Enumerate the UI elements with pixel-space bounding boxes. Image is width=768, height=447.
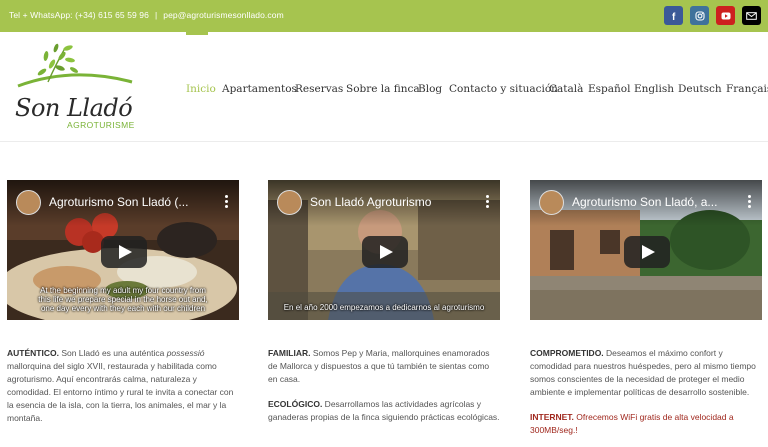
youtube-button[interactable]: [716, 6, 735, 25]
text-column-autentico: AUTÉNTICO. Son Lladó es una auténtica po…: [7, 347, 239, 437]
email-link[interactable]: pep@agroturismesonllado.com: [163, 10, 283, 20]
nav-item-espanol[interactable]: Español: [588, 83, 630, 95]
nav-item-inicio[interactable]: Inicio: [186, 83, 216, 95]
nav-item-catala[interactable]: Català: [549, 83, 583, 95]
ecologico-paragraph: ECOLÓGICO. Desarrollamos las actividades…: [268, 398, 500, 424]
facebook-button[interactable]: f: [664, 6, 683, 25]
header-divider: [0, 141, 768, 142]
video-subtitle: En el año 2000 empezamos a dedicarnos al…: [283, 303, 485, 312]
possessio-term: possessió: [166, 348, 205, 358]
internet-label: INTERNET.: [530, 412, 574, 422]
play-button-icon[interactable]: [624, 236, 670, 268]
video-title[interactable]: Agroturismo Son Lladó (...: [49, 195, 219, 209]
more-options-icon[interactable]: [748, 195, 752, 209]
svg-text:f: f: [672, 12, 676, 21]
nav-item-contacto[interactable]: Contacto y situación: [449, 83, 558, 95]
contact-separator: |: [154, 10, 158, 20]
nav-item-english[interactable]: English: [634, 83, 674, 95]
video-player[interactable]: Son Lladó Agroturismo En el año 2000 emp…: [268, 180, 500, 320]
logo-subtitle: AGROTURISME: [67, 120, 135, 130]
nav-item-blog[interactable]: Blog: [418, 83, 442, 95]
video-subtitle: At the beginning my adult my four countr…: [38, 286, 208, 313]
mail-button[interactable]: [742, 6, 761, 25]
facebook-icon: f: [672, 12, 676, 21]
video-player[interactable]: Agroturismo Son Lladó (... At the beginn…: [7, 180, 239, 320]
nav-item-francais[interactable]: Français: [726, 83, 768, 95]
familiar-label: FAMILIAR.: [268, 348, 311, 358]
autentico-text-start: Son Lladó es una auténtica: [58, 348, 167, 358]
instagram-icon: [694, 10, 705, 21]
youtube-icon: [721, 12, 730, 19]
instagram-button[interactable]: [690, 6, 709, 25]
autentico-label: AUTÉNTICO.: [7, 348, 59, 358]
nav-item-apartamentos[interactable]: Apartamentos: [222, 83, 297, 95]
site-logo[interactable]: Son Lladó AGROTURISME: [12, 42, 142, 132]
nav-item-sobre-la-finca[interactable]: Sobre la finca: [346, 83, 420, 95]
text-column-comprometido: COMPROMETIDO. Deseamos el máximo confort…: [530, 347, 762, 447]
video-title[interactable]: Agroturismo Son Lladó, a...: [572, 195, 742, 209]
play-button-icon[interactable]: [101, 236, 147, 268]
top-bar: Tel + WhatsApp: (+34) 615 65 59 96 | pep@a…: [0, 0, 768, 32]
internet-paragraph: INTERNET. Ofrecemos WiFi gratis de alta …: [530, 411, 762, 437]
comprometido-label: COMPROMETIDO.: [530, 348, 604, 358]
mail-icon: [746, 11, 757, 20]
familiar-paragraph: FAMILIAR. Somos Pep y Maria, mallorquine…: [268, 347, 500, 386]
more-options-icon[interactable]: [486, 195, 490, 209]
contact-info: Tel + WhatsApp: (+34) 615 65 59 96 | pep@a…: [9, 10, 284, 20]
nav-item-deutsch[interactable]: Deutsch: [678, 83, 722, 95]
video-title[interactable]: Son Lladó Agroturismo: [310, 195, 480, 209]
comprometido-paragraph: COMPROMETIDO. Deseamos el máximo confort…: [530, 347, 762, 399]
logo-name: Son Lladó: [15, 94, 133, 122]
autentico-paragraph: AUTÉNTICO. Son Lladó es una auténtica po…: [7, 347, 239, 425]
channel-avatar[interactable]: [277, 190, 302, 215]
video-player[interactable]: Agroturismo Son Lladó, a...: [530, 180, 762, 320]
more-options-icon[interactable]: [225, 195, 229, 209]
channel-avatar[interactable]: [16, 190, 41, 215]
ecologico-label: ECOLÓGICO.: [268, 399, 323, 409]
autentico-text-end: mallorquina del siglo XVII, restaurada y…: [7, 361, 234, 423]
olive-branch-icon: [17, 43, 133, 88]
phone-text[interactable]: Tel + WhatsApp: (+34) 615 65 59 96: [9, 10, 149, 20]
channel-avatar[interactable]: [539, 190, 564, 215]
nav-item-reservas[interactable]: Reservas: [295, 83, 343, 95]
play-button-icon[interactable]: [362, 236, 408, 268]
nav-active-indicator: [186, 32, 208, 35]
text-column-familiar: FAMILIAR. Somos Pep y Maria, mallorquine…: [268, 347, 500, 436]
